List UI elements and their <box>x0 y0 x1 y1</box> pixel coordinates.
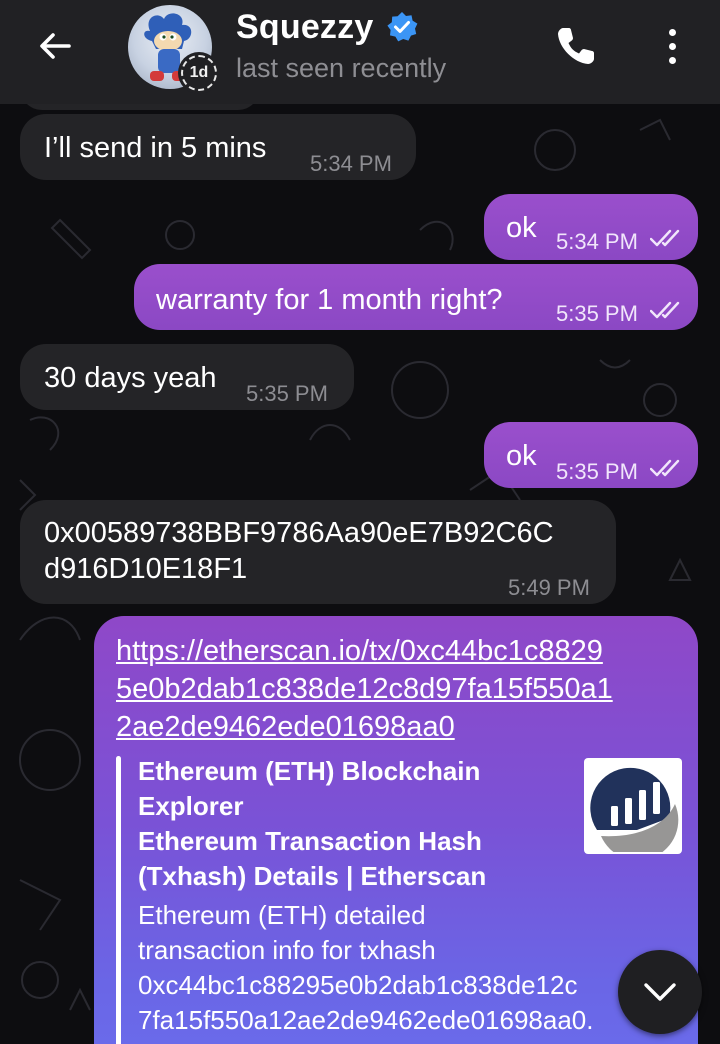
phone-icon[interactable] <box>552 22 600 70</box>
back-arrow-icon[interactable] <box>30 24 80 68</box>
message-text: ok <box>506 212 537 244</box>
dot <box>668 28 676 36</box>
more-vert-icon[interactable] <box>652 22 692 70</box>
story-badge[interactable]: 1d <box>178 52 220 94</box>
wallet-address-line: 0x00589738BBF9786Aa90eE7B92C6C <box>44 517 554 549</box>
site-name-line: Ethereum (ETH) Blockchain <box>138 756 481 786</box>
message-text: ok <box>506 440 537 472</box>
message-text: 30 days yeah <box>44 362 217 394</box>
dot <box>668 42 676 50</box>
message-bubble-incoming[interactable]: 0x00589738BBF9786Aa90eE7B92C6C d916D10E1… <box>20 500 616 604</box>
read-receipt-icon <box>650 301 680 319</box>
story-badge-label: 1d <box>181 55 217 91</box>
link-preview-accent-bar <box>116 756 121 1044</box>
message-time: 5:35 PM <box>556 459 638 484</box>
message-text: warranty for 1 month right? <box>156 284 503 316</box>
message-bubble-outgoing[interactable]: ok 5:34 PM <box>484 194 698 260</box>
dot <box>668 56 676 64</box>
description-line: Ethereum (ETH) detailed <box>138 900 426 930</box>
scroll-down-button[interactable] <box>618 950 702 1034</box>
link-preview-title[interactable]: Ethereum Transaction Hash (Txhash) Detai… <box>138 824 558 894</box>
verified-badge-icon <box>385 10 419 44</box>
link-preview-description: Ethereum (ETH) detailed transaction info… <box>138 898 638 1038</box>
message-bubble-incoming[interactable]: I’ll send in 5 mins 5:34 PM <box>20 114 416 180</box>
message-bubble-incoming[interactable]: 30 days yeah 5:35 PM <box>20 344 354 410</box>
link-line: 2ae2de9462ede01698aa0 <box>116 711 455 743</box>
message-time: 5:34 PM <box>310 151 392 176</box>
site-name-line: Explorer <box>138 791 244 821</box>
link-preview-site-name[interactable]: Ethereum (ETH) Blockchain Explorer <box>138 754 538 824</box>
link-line: https://etherscan.io/tx/0xc44bc1c8829 <box>116 635 603 667</box>
message-time: 5:49 PM <box>508 575 590 600</box>
message-bubble-outgoing[interactable]: warranty for 1 month right? 5:35 PM <box>134 264 698 330</box>
description-line: 7fa15f550a12ae2de9462ede01698aa0. <box>138 1005 594 1035</box>
contact-name[interactable]: Squezzy <box>236 8 373 47</box>
message-time: 5:35 PM <box>556 301 638 326</box>
message-bubble-outgoing[interactable]: ok 5:35 PM <box>484 422 698 488</box>
chevron-down-icon <box>644 983 676 1001</box>
message-time: 5:34 PM <box>556 229 638 254</box>
chat-header: 1d Squezzy last seen recently <box>0 0 720 104</box>
message-time: 5:35 PM <box>246 381 328 406</box>
description-line: transaction info for txhash <box>138 935 436 965</box>
description-line: 0xc44bc1c88295e0b2dab1c838de12c <box>138 970 578 1000</box>
etherscan-link[interactable]: https://etherscan.io/tx/0xc44bc1c8829 5e… <box>116 632 686 746</box>
etherscan-logo-icon[interactable] <box>584 758 682 854</box>
last-seen-status: last seen recently <box>236 53 447 83</box>
read-receipt-icon <box>650 459 680 477</box>
title-line: Ethereum Transaction Hash <box>138 826 482 856</box>
link-line: 5e0b2dab1c838de12c8d97fa15f550a1 <box>116 673 613 705</box>
title-line: (Txhash) Details | Etherscan <box>138 861 487 891</box>
message-bubble-link[interactable]: https://etherscan.io/tx/0xc44bc1c8829 5e… <box>94 616 698 1044</box>
message-text: I’ll send in 5 mins <box>44 132 267 164</box>
read-receipt-icon <box>650 229 680 247</box>
